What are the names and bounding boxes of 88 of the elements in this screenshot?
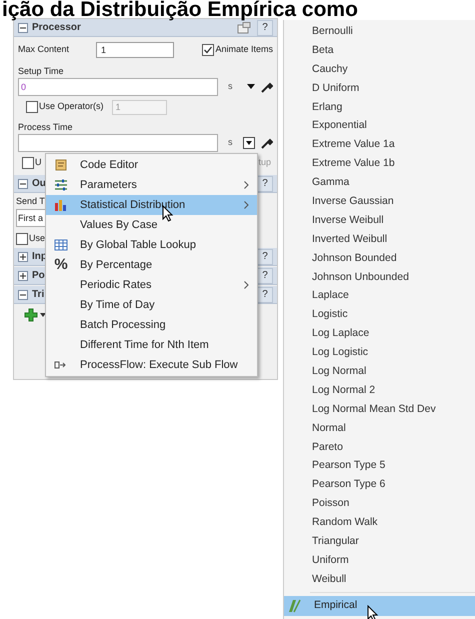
input-field[interactable]	[18, 134, 218, 152]
menu-item[interactable]: D Uniform	[284, 78, 475, 98]
menu-item[interactable]: Pearson Type 6	[284, 475, 475, 494]
menu-item[interactable]: By Time of Day	[46, 295, 257, 315]
menu-item[interactable]: Extreme Value 1a	[284, 135, 475, 154]
section-title: Ou	[32, 177, 46, 191]
expand-icon[interactable]	[18, 252, 28, 262]
menu-item[interactable]: Exponential	[284, 116, 475, 136]
help-button[interactable]: ?	[257, 286, 273, 302]
field-label: Max Content	[18, 43, 70, 56]
menu-item[interactable]: Inverse Gaussian	[284, 192, 475, 211]
menu-item[interactable]: Johnson Unbounded	[284, 268, 475, 286]
menu-item[interactable]: Normal	[284, 418, 475, 438]
checkbox-label: Animate Items	[215, 43, 273, 56]
help-button[interactable]: ?	[257, 248, 273, 264]
menu-item[interactable]: Uniform	[284, 550, 475, 570]
menu-item[interactable]: Log Normal	[284, 362, 475, 381]
menu-item[interactable]: Inverse Weibull	[284, 210, 475, 230]
section-title: Po	[32, 269, 45, 283]
menu-item[interactable]: Gamma	[284, 173, 475, 192]
eyedropper-icon[interactable]	[260, 81, 272, 93]
overlay-title: ição da Distribuição Empírica como	[2, 0, 358, 20]
menu-item[interactable]: By Global Table Lookup	[46, 235, 257, 255]
menu-item[interactable]: Bernoulli	[284, 22, 475, 41]
input-field[interactable]: 1	[96, 42, 174, 58]
menu-item[interactable]: ProcessFlow: Execute Sub Flow	[46, 355, 257, 375]
eyedropper-icon[interactable]	[260, 137, 272, 149]
curve-icon	[288, 598, 302, 613]
caret-icon[interactable]	[40, 313, 46, 317]
menu-item[interactable]: Beta	[284, 40, 475, 60]
collapse-icon[interactable]	[18, 22, 28, 32]
menu-item[interactable]: Logistic	[284, 305, 475, 324]
menu-item[interactable]: Inverted Weibull	[284, 230, 475, 249]
section-title: Processor	[32, 21, 81, 35]
menu-item[interactable]: Erlang	[284, 98, 475, 116]
menu-item[interactable]: Pareto	[284, 438, 475, 456]
checkbox[interactable]	[22, 157, 34, 169]
help-button[interactable]: ?	[257, 268, 273, 284]
menu-item[interactable]: Random Walk	[284, 513, 475, 532]
menu-item[interactable]: Different Time for Nth Item	[46, 335, 257, 355]
checkbox[interactable]	[202, 44, 214, 56]
checkbox-label: Use	[29, 232, 46, 246]
collapse-icon[interactable]	[18, 290, 28, 300]
table-icon	[54, 238, 68, 252]
menu-item[interactable]: Log Normal Mean Std Dev	[284, 400, 475, 419]
section-title: Tri	[32, 288, 44, 302]
menu-item[interactable]: Triangular	[284, 532, 475, 551]
scroll-icon	[54, 158, 68, 172]
field-label: tup	[258, 156, 271, 170]
menu-item[interactable]: Extreme Value 1b	[284, 154, 475, 174]
window-icon[interactable]	[237, 22, 253, 34]
collapse-icon[interactable]	[18, 178, 28, 188]
field-label: Process Time	[18, 121, 74, 133]
menu-item[interactable]: Statistical Distribution	[46, 195, 257, 215]
menu-item[interactable]: Parameters	[46, 175, 257, 195]
menu-item[interactable]: Johnson Bounded	[284, 248, 475, 268]
field-label: Send T	[16, 195, 45, 207]
checkbox[interactable]	[16, 233, 28, 245]
help-button[interactable]: ?	[257, 176, 273, 192]
unit-label: s	[228, 136, 232, 150]
menu-item[interactable]: % By Percentage	[46, 255, 257, 275]
sliders-icon	[54, 178, 68, 192]
section-header[interactable]: Processor ?	[14, 19, 277, 37]
menu-item[interactable]: Laplace	[284, 286, 475, 306]
expand-icon[interactable]	[18, 270, 28, 280]
menu-item[interactable]: Weibull	[284, 570, 475, 589]
bar-chart-icon	[54, 198, 68, 212]
checkbox-label: Use Operator(s)	[39, 100, 104, 114]
menu-item[interactable]: Pearson Type 5	[284, 456, 475, 476]
menu-item[interactable]: Log Laplace	[284, 324, 475, 344]
menu-item[interactable]: Code Editor	[46, 155, 257, 175]
unit-label: s	[228, 80, 232, 94]
menu-item[interactable]: Log Normal 2	[284, 380, 475, 400]
add-icon[interactable]	[24, 308, 38, 322]
menu-item[interactable]: Cauchy	[284, 60, 475, 79]
percent-icon: %	[54, 254, 68, 276]
menu-item[interactable]: Poisson	[284, 494, 475, 514]
field-label: Setup Time	[18, 65, 65, 77]
menu-item[interactable]: Values By Case	[46, 215, 257, 235]
input-field[interactable]: 0	[18, 78, 218, 96]
menu-item[interactable]: Batch Processing	[46, 315, 257, 335]
checkbox[interactable]	[26, 101, 38, 113]
dropdown-arrow-icon[interactable]	[246, 84, 254, 90]
menu-item[interactable]: Log Logistic	[284, 343, 475, 362]
menu-item[interactable]: Empirical	[284, 596, 475, 616]
help-button[interactable]: ?	[257, 20, 273, 36]
menu-item[interactable]: Periodic Rates	[46, 275, 257, 295]
checkbox-label: U	[35, 156, 42, 170]
